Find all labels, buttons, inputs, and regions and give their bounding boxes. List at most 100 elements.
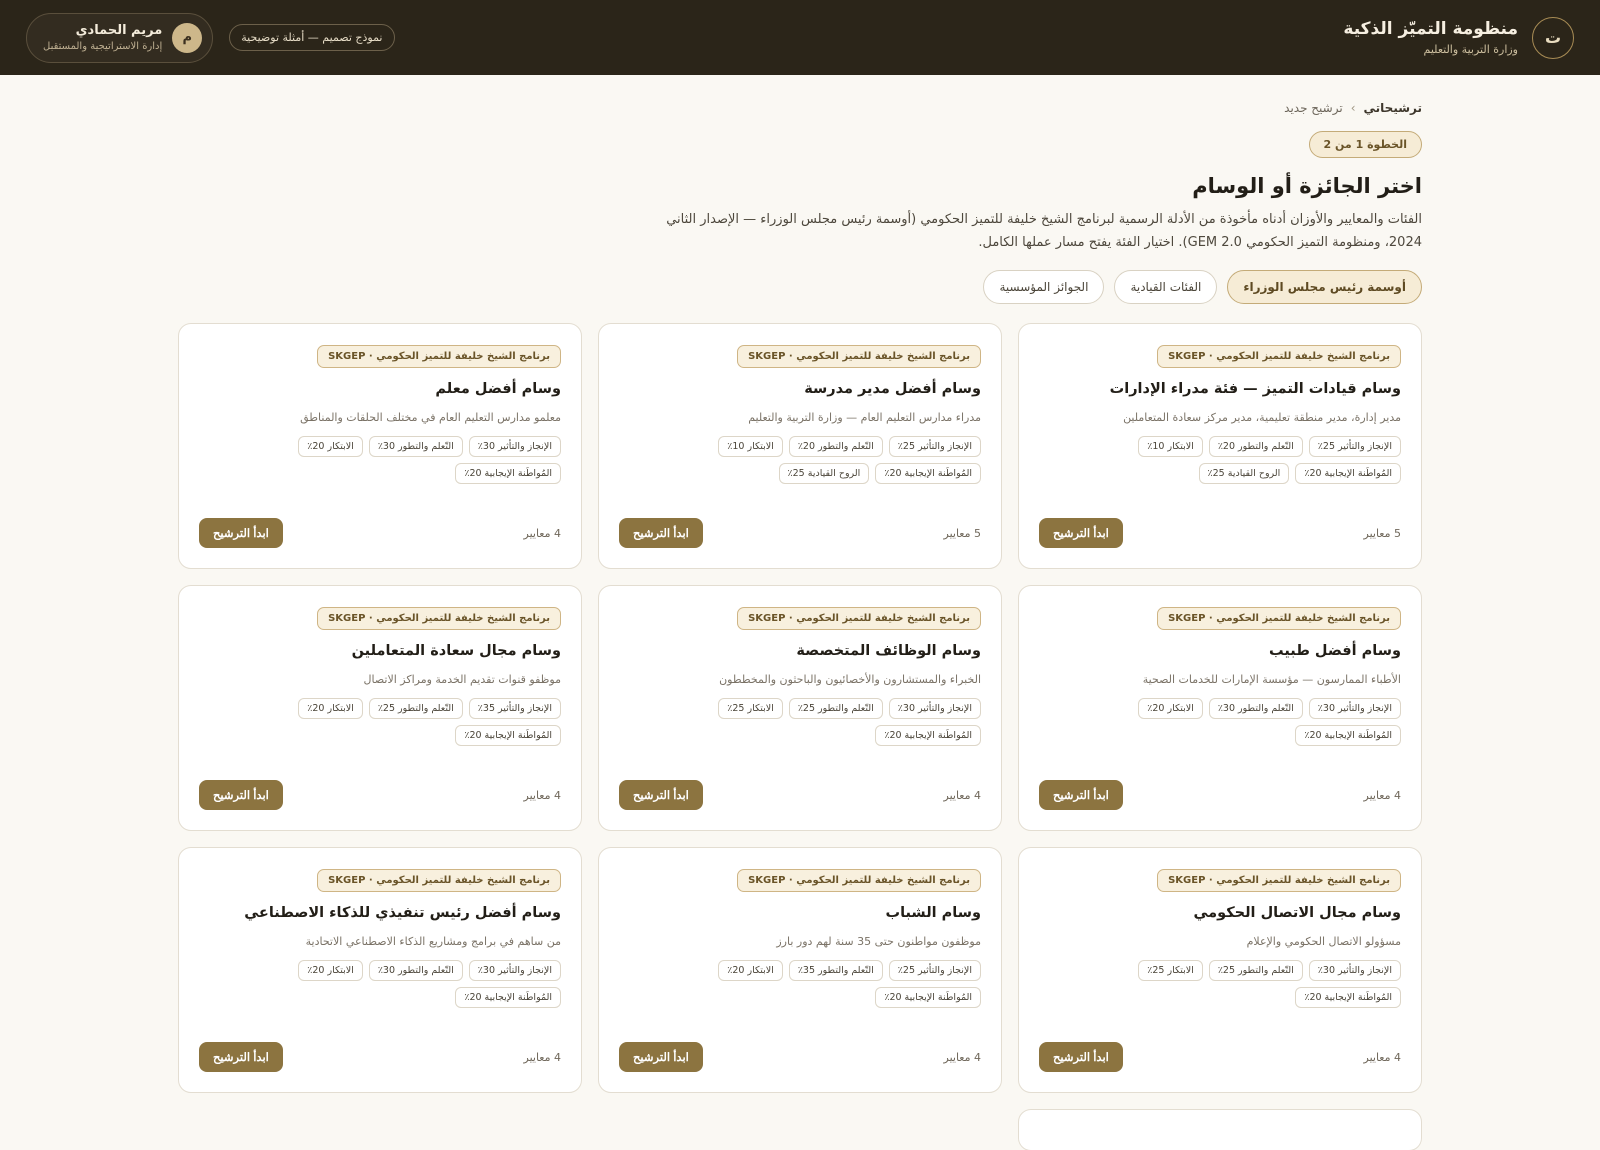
card-footer: 4 معايير ابدأ الترشيح: [199, 1042, 561, 1072]
criteria-count: 5 معايير: [943, 526, 982, 540]
user-department: إدارة الاستراتيجية والمستقبل: [43, 41, 163, 52]
top-bar: ت منظومة التميّز الذكية وزارة التربية وا…: [0, 0, 1600, 75]
criteria-chip: الإنجاز والتأثير 30٪: [888, 698, 981, 719]
criteria-count: 5 معايير: [1363, 526, 1402, 540]
criteria-chip: المُواطَنة الإيجابية 20٪: [1295, 987, 1401, 1008]
brand[interactable]: ت منظومة التميّز الذكية وزارة التربية وا…: [1343, 16, 1574, 59]
award-card[interactable]: برنامج الشيخ خليفة للتميز الحكومي · SKGE…: [598, 323, 1002, 569]
criteria-chip: التّعلم والتطور 30٪: [1208, 698, 1303, 719]
page-description: الفئات والمعايير والأوزان أدناه مأخوذة م…: [666, 212, 1422, 250]
criteria-count: 4 معايير: [523, 1050, 562, 1064]
start-nomination-button[interactable]: ابدأ الترشيح: [619, 1042, 703, 1072]
criteria-chip: الإنجاز والتأثير 30٪: [1308, 960, 1401, 981]
criteria-chips: الإنجاز والتأثير 30٪ التّعلم والتطور 25٪ ا…: [1131, 960, 1401, 1008]
start-nomination-button[interactable]: ابدأ الترشيح: [619, 780, 703, 810]
step-badge: الخطوة 1 من 2: [1308, 131, 1422, 158]
criteria-chips: الإنجاز والتأثير 30٪ التّعلم والتطور 30٪ ا…: [1131, 698, 1401, 746]
criteria-chip: المُواطَنة الإيجابية 20٪: [455, 987, 561, 1008]
criteria-chip: الابتكار 20٪: [298, 436, 363, 457]
award-description: مدراء مدارس التعليم العام — وزارة التربي…: [748, 411, 981, 424]
breadcrumb-current: ترشيح جديد: [1284, 101, 1343, 115]
start-nomination-button[interactable]: ابدأ الترشيح: [1039, 518, 1123, 548]
start-nomination-button[interactable]: ابدأ الترشيح: [1039, 1042, 1123, 1072]
criteria-chip: الابتكار 20٪: [298, 698, 363, 719]
criteria-chip: الابتكار 10٪: [1138, 436, 1203, 457]
criteria-chip: الإنجاز والتأثير 25٪: [888, 436, 981, 457]
card-footer: 4 معايير ابدأ الترشيح: [1039, 1042, 1401, 1072]
breadcrumb-root-link[interactable]: ترشيحاتي: [1364, 101, 1422, 115]
award-card[interactable]: برنامج الشيخ خليفة للتميز الحكومي · SKGE…: [1018, 847, 1422, 1093]
criteria-count: 4 معايير: [523, 788, 562, 802]
award-card[interactable]: برنامج الشيخ خليفة للتميز الحكومي · SKGE…: [598, 585, 1002, 831]
start-nomination-button[interactable]: ابدأ الترشيح: [619, 518, 703, 548]
criteria-count: 4 معايير: [943, 1050, 982, 1064]
award-description: معلمو مدارس التعليم العام في مختلف الحلق…: [300, 411, 561, 424]
criteria-chips: الإنجاز والتأثير 35٪ التّعلم والتطور 25٪ ا…: [291, 698, 561, 746]
card-footer: 4 معايير ابدأ الترشيح: [619, 780, 981, 810]
program-badge: برنامج الشيخ خليفة للتميز الحكومي · SKGE…: [317, 607, 561, 630]
program-badge: برنامج الشيخ خليفة للتميز الحكومي · SKGE…: [737, 869, 981, 892]
criteria-count: 4 معايير: [943, 788, 982, 802]
criteria-chip: المُواطَنة الإيجابية 20٪: [875, 463, 981, 484]
award-card-partial[interactable]: [1018, 1109, 1422, 1150]
criteria-chip: الابتكار 20٪: [718, 960, 783, 981]
criteria-chips: الإنجاز والتأثير 25٪ التّعلم والتطور 20٪ ا…: [1131, 436, 1401, 484]
award-card[interactable]: برنامج الشيخ خليفة للتميز الحكومي · SKGE…: [1018, 323, 1422, 569]
award-card[interactable]: برنامج الشيخ خليفة للتميز الحكومي · SKGE…: [178, 585, 582, 831]
criteria-chip: المُواطَنة الإيجابية 20٪: [1295, 725, 1401, 746]
award-title: وسام قيادات التميز — فئة مدراء الإدارات: [1109, 381, 1401, 397]
card-footer: 4 معايير ابدأ الترشيح: [619, 1042, 981, 1072]
tab-pm-medals[interactable]: أوسمة رئيس مجلس الوزراء: [1227, 270, 1422, 304]
start-nomination-button[interactable]: ابدأ الترشيح: [199, 1042, 283, 1072]
award-title: وسام مجال سعادة المتعاملين: [351, 643, 561, 659]
avatar: م: [172, 22, 203, 53]
program-badge: برنامج الشيخ خليفة للتميز الحكومي · SKGE…: [1157, 345, 1401, 368]
criteria-count: 4 معايير: [523, 526, 562, 540]
start-nomination-button[interactable]: ابدأ الترشيح: [1039, 780, 1123, 810]
start-nomination-button[interactable]: ابدأ الترشيح: [199, 780, 283, 810]
award-card[interactable]: برنامج الشيخ خليفة للتميز الحكومي · SKGE…: [178, 847, 582, 1093]
criteria-chip: الابتكار 10٪: [718, 436, 783, 457]
criteria-chip: الروح القيادية 25٪: [778, 463, 870, 484]
card-footer: 4 معايير ابدأ الترشيح: [1039, 780, 1401, 810]
award-title: وسام مجال الاتصال الحكومي: [1193, 905, 1401, 921]
program-badge: برنامج الشيخ خليفة للتميز الحكومي · SKGE…: [317, 345, 561, 368]
tab-institutional[interactable]: الجوائز المؤسسية: [983, 270, 1105, 304]
breadcrumb-separator-icon: ›: [1350, 101, 1356, 115]
main-content: ترشيحاتي › ترشيح جديد الخطوة 1 من 2 اختر…: [0, 75, 1600, 1150]
card-footer: 5 معايير ابدأ الترشيح: [1039, 518, 1401, 548]
award-card[interactable]: برنامج الشيخ خليفة للتميز الحكومي · SKGE…: [598, 847, 1002, 1093]
award-description: موظفو قنوات تقديم الخدمة ومراكز الاتصال: [363, 673, 562, 686]
criteria-chip: الإنجاز والتأثير 35٪: [468, 698, 561, 719]
criteria-chip: التّعلم والتطور 20٪: [1208, 436, 1303, 457]
criteria-chip: المُواطَنة الإيجابية 20٪: [455, 725, 561, 746]
tab-leadership[interactable]: الفئات القيادية: [1114, 270, 1218, 304]
criteria-chip: المُواطَنة الإيجابية 20٪: [455, 463, 561, 484]
criteria-chip: التّعلم والتطور 30٪: [368, 436, 463, 457]
criteria-chip: المُواطَنة الإيجابية 20٪: [875, 725, 981, 746]
criteria-chip: الإنجاز والتأثير 30٪: [1308, 698, 1401, 719]
award-title: وسام الشباب: [885, 905, 982, 921]
criteria-chips: الإنجاز والتأثير 30٪ التّعلم والتطور 30٪ ا…: [291, 436, 561, 484]
criteria-chip: الابتكار 20٪: [298, 960, 363, 981]
page-title: اختر الجائزة أو الوسام: [1192, 174, 1422, 198]
award-title: وسام أفضل رئيس تنفيذي للذكاء الاصطناعي: [244, 905, 561, 921]
award-title: وسام أفضل طبيب: [1269, 643, 1401, 659]
criteria-count: 4 معايير: [1363, 1050, 1402, 1064]
criteria-chip: الإنجاز والتأثير 30٪: [468, 436, 561, 457]
criteria-chip: الابتكار 25٪: [1138, 960, 1203, 981]
category-tabs: أوسمة رئيس مجلس الوزراء الفئات القيادية …: [178, 270, 1422, 304]
card-footer: 4 معايير ابدأ الترشيح: [199, 780, 561, 810]
card-footer: 4 معايير ابدأ الترشيح: [199, 518, 561, 548]
award-description: الأطباء الممارسون — مؤسسة الإمارات للخدم…: [1142, 673, 1401, 686]
award-title: وسام أفضل مدير مدرسة: [804, 381, 981, 397]
award-card[interactable]: برنامج الشيخ خليفة للتميز الحكومي · SKGE…: [1018, 585, 1422, 831]
criteria-chips: الإنجاز والتأثير 25٪ التّعلم والتطور 35٪ ا…: [711, 960, 981, 1008]
user-menu[interactable]: م مريم الحمادي إدارة الاستراتيجية والمست…: [26, 12, 214, 63]
award-description: من ساهم في برامج ومشاريع الذكاء الاصطناع…: [305, 935, 561, 948]
start-nomination-button[interactable]: ابدأ الترشيح: [199, 518, 283, 548]
program-badge: برنامج الشيخ خليفة للتميز الحكومي · SKGE…: [737, 607, 981, 630]
award-description: موظفون مواطنون حتى 35 سنة لهم دور بارز: [776, 935, 981, 948]
award-card[interactable]: برنامج الشيخ خليفة للتميز الحكومي · SKGE…: [178, 323, 582, 569]
criteria-chip: الابتكار 25٪: [718, 698, 783, 719]
